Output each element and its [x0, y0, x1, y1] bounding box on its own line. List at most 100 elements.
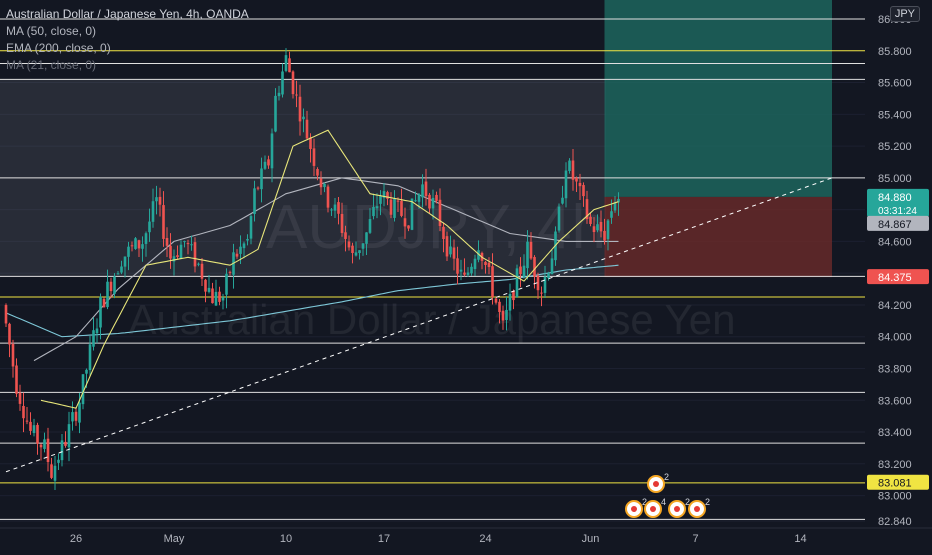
candle[interactable]	[302, 116, 305, 120]
candle[interactable]	[550, 258, 554, 275]
candle[interactable]	[256, 187, 260, 189]
candle[interactable]	[267, 159, 270, 166]
candle[interactable]	[15, 365, 18, 394]
candle[interactable]	[274, 95, 277, 132]
candle[interactable]	[428, 194, 431, 209]
candle[interactable]	[298, 96, 302, 122]
support-price-badge[interactable]: 83.081	[867, 474, 929, 490]
candle[interactable]	[389, 199, 393, 215]
candle[interactable]	[214, 291, 218, 306]
currency-button[interactable]: JPY	[889, 6, 920, 22]
candle[interactable]	[148, 221, 151, 233]
candle[interactable]	[18, 392, 22, 404]
candle[interactable]	[64, 441, 67, 446]
candle[interactable]	[312, 148, 316, 166]
candle[interactable]	[305, 119, 309, 139]
candle[interactable]	[375, 206, 379, 209]
candle[interactable]	[144, 233, 148, 244]
candle[interactable]	[123, 256, 127, 267]
candle[interactable]	[543, 276, 547, 293]
candle[interactable]	[361, 243, 365, 249]
candle[interactable]	[218, 291, 221, 302]
candle[interactable]	[176, 255, 179, 258]
candle[interactable]	[288, 58, 291, 73]
candle[interactable]	[568, 160, 571, 171]
candle[interactable]	[456, 258, 459, 274]
candle[interactable]	[529, 241, 533, 259]
candle[interactable]	[410, 198, 414, 230]
candle[interactable]	[606, 220, 610, 240]
indicator-ma21-label[interactable]: MA (21, close, 0)	[6, 57, 249, 74]
candle[interactable]	[610, 211, 613, 218]
loss-zone[interactable]	[604, 196, 833, 278]
candle[interactable]	[211, 288, 214, 304]
chart-title[interactable]: Australian Dollar / Japanese Yen, 4h, OA…	[6, 6, 249, 23]
candle[interactable]	[578, 182, 582, 187]
candle[interactable]	[95, 328, 99, 334]
candle[interactable]	[319, 178, 323, 188]
candle[interactable]	[533, 257, 536, 277]
candle[interactable]	[603, 230, 606, 241]
candle[interactable]	[165, 237, 169, 246]
candle[interactable]	[354, 252, 358, 256]
candle[interactable]	[347, 241, 351, 248]
candle[interactable]	[113, 276, 116, 294]
candle[interactable]	[67, 424, 71, 448]
last-price-badge[interactable]: 84.880 03:31:24	[867, 188, 929, 217]
candle[interactable]	[473, 258, 477, 270]
candle[interactable]	[452, 247, 456, 259]
candle[interactable]	[340, 213, 344, 234]
candle[interactable]	[365, 232, 368, 244]
candle[interactable]	[57, 459, 60, 463]
candle[interactable]	[60, 440, 64, 461]
candle[interactable]	[228, 271, 232, 273]
candle[interactable]	[571, 160, 575, 180]
candle[interactable]	[407, 225, 410, 229]
candle[interactable]	[281, 71, 284, 95]
candle[interactable]	[316, 169, 319, 176]
candle[interactable]	[197, 263, 200, 265]
candle[interactable]	[39, 444, 43, 448]
candle[interactable]	[186, 243, 190, 245]
candle[interactable]	[547, 273, 550, 279]
candle[interactable]	[204, 279, 207, 292]
candle[interactable]	[183, 241, 186, 243]
candle[interactable]	[253, 188, 256, 215]
candle[interactable]	[379, 195, 382, 204]
candle[interactable]	[284, 55, 288, 71]
candle[interactable]	[431, 197, 435, 209]
candle[interactable]	[438, 199, 442, 227]
candle[interactable]	[557, 206, 561, 231]
candle[interactable]	[78, 402, 81, 423]
candle[interactable]	[291, 71, 295, 95]
candle[interactable]	[4, 305, 8, 324]
candle[interactable]	[295, 94, 298, 96]
candle[interactable]	[8, 323, 11, 345]
candle[interactable]	[498, 301, 501, 313]
candle[interactable]	[32, 425, 36, 434]
candle[interactable]	[109, 281, 113, 292]
candle[interactable]	[368, 219, 372, 233]
candle[interactable]	[561, 197, 564, 204]
candle[interactable]	[487, 262, 491, 268]
candle[interactable]	[116, 273, 120, 275]
candle[interactable]	[102, 298, 106, 308]
candle[interactable]	[396, 200, 400, 202]
candle[interactable]	[326, 186, 330, 208]
candle[interactable]	[127, 246, 130, 257]
candle[interactable]	[36, 424, 39, 444]
candle[interactable]	[11, 343, 15, 367]
candle[interactable]	[242, 243, 246, 249]
candle[interactable]	[92, 330, 95, 347]
candle[interactable]	[414, 200, 417, 202]
candle[interactable]	[508, 293, 512, 311]
candle[interactable]	[99, 296, 102, 328]
candle[interactable]	[494, 298, 498, 303]
candle[interactable]	[225, 273, 228, 295]
candle[interactable]	[25, 420, 29, 422]
candle[interactable]	[333, 204, 337, 211]
candle[interactable]	[596, 224, 599, 231]
candle[interactable]	[337, 202, 340, 214]
candle[interactable]	[599, 221, 603, 232]
candle[interactable]	[449, 246, 452, 255]
